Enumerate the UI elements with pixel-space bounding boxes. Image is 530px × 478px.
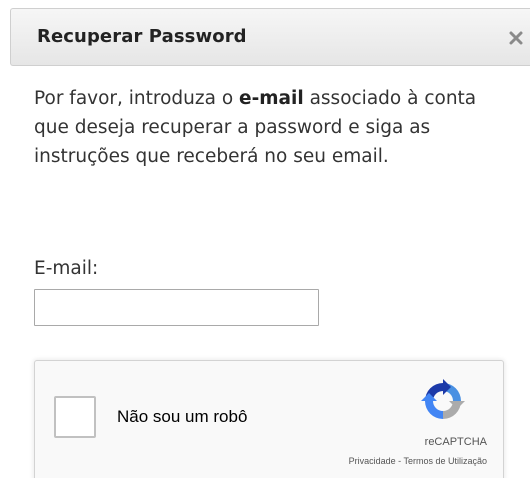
privacy-link[interactable]: Privacidade bbox=[349, 456, 396, 466]
close-icon bbox=[509, 31, 523, 45]
recaptcha-widget: Não sou um robô reCAPTCHA Privacidade - … bbox=[34, 360, 504, 478]
dialog-titlebar: Recuperar Password bbox=[10, 8, 530, 66]
dialog-body: Por favor, introduza o e-mail associado … bbox=[34, 84, 509, 171]
email-field[interactable] bbox=[34, 289, 319, 326]
recaptcha-brand: reCAPTCHA bbox=[424, 436, 487, 448]
recaptcha-label: Não sou um robô bbox=[117, 407, 248, 426]
close-button[interactable] bbox=[505, 27, 527, 49]
terms-link[interactable]: Termos de Utilização bbox=[403, 456, 487, 466]
instructions-part1: Por favor, introduza o bbox=[34, 88, 240, 109]
instructions-text: Por favor, introduza o e-mail associado … bbox=[34, 84, 509, 171]
recaptcha-links: Privacidade - Termos de Utilização bbox=[349, 456, 487, 466]
email-label: E-mail: bbox=[34, 258, 99, 279]
recaptcha-checkbox[interactable] bbox=[54, 396, 96, 438]
recaptcha-logo-icon bbox=[421, 379, 465, 419]
recover-password-dialog: Recuperar Password Por favor, introduza … bbox=[0, 0, 530, 478]
instructions-emphasis: e-mail bbox=[239, 88, 304, 109]
dialog-title: Recuperar Password bbox=[37, 26, 247, 47]
